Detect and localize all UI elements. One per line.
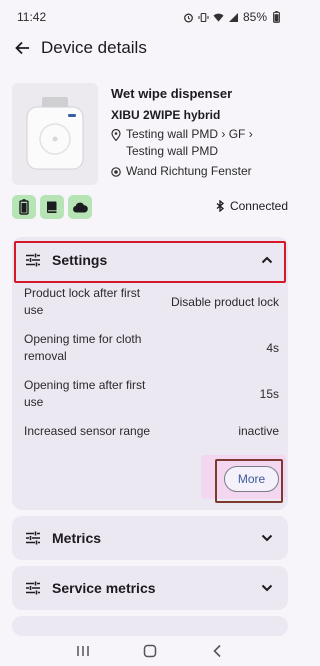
device-model: XIBU 2WIPE hybrid	[111, 108, 221, 122]
chevron-up-icon[interactable]	[260, 253, 274, 267]
next-section-card[interactable]	[12, 616, 288, 636]
device-image	[12, 83, 98, 185]
battery-status-tile	[12, 195, 36, 219]
status-bar: 11:42 85%	[0, 0, 300, 34]
cloud-status-tile	[68, 195, 92, 219]
battery-icon	[271, 11, 282, 23]
recent-apps-button[interactable]	[71, 639, 95, 663]
home-button[interactable]	[138, 639, 162, 663]
signal-icon	[228, 12, 239, 23]
back-chevron-icon	[213, 644, 221, 658]
book-icon	[47, 201, 57, 213]
target-icon	[111, 163, 121, 180]
cloud-icon	[73, 202, 88, 212]
setting-row[interactable]: Increased sensor range inactive	[24, 423, 279, 440]
system-nav-bar	[0, 636, 300, 666]
paper-status-tile	[40, 195, 64, 219]
recents-icon	[77, 646, 90, 656]
setting-row[interactable]: Opening time for cloth removal 4s	[24, 331, 279, 365]
setting-value: inactive	[238, 424, 279, 438]
setting-row[interactable]: Opening time after first use 15s	[24, 377, 279, 411]
chevron-down-icon[interactable]	[260, 581, 274, 595]
setting-row[interactable]: Product lock after first use Disable pro…	[24, 285, 279, 319]
arrow-back-icon	[15, 41, 29, 55]
more-button[interactable]: More	[224, 466, 279, 492]
device-name: Wet wipe dispenser	[111, 86, 233, 101]
location-path-line1: Testing wall PMD › GF ›	[126, 127, 253, 141]
battery-percent: 85%	[242, 10, 267, 24]
home-icon	[143, 644, 157, 658]
setting-value: Disable product lock	[170, 294, 279, 309]
app-bar: Device details	[0, 34, 300, 62]
metrics-card: Metrics	[12, 516, 288, 560]
tune-icon	[24, 529, 42, 547]
connection-label: Connected	[229, 199, 288, 213]
service-metrics-header[interactable]: Service metrics	[12, 566, 288, 610]
page-title: Device details	[41, 38, 147, 57]
device-position: Wand Richtung Fenster	[111, 163, 252, 180]
settings-card: Settings Product lock after first use Di…	[12, 237, 288, 510]
device-location: Testing wall PMD › GF › Testing wall PMD	[111, 126, 253, 160]
metrics-header[interactable]: Metrics	[12, 516, 288, 560]
tune-icon	[24, 251, 42, 269]
service-metrics-title: Service metrics	[52, 580, 156, 596]
system-back-button[interactable]	[205, 639, 229, 663]
status-time: 11:42	[17, 10, 47, 24]
location-path-line2: Testing wall PMD	[126, 144, 219, 158]
setting-value: 4s	[266, 340, 279, 355]
setting-label: Product lock after first use	[24, 286, 141, 317]
setting-value: 15s	[259, 386, 279, 401]
position-label: Wand Richtung Fenster	[126, 164, 252, 178]
vibrate-icon	[198, 12, 209, 23]
location-pin-icon	[111, 126, 121, 143]
setting-label: Increased sensor range	[24, 424, 151, 438]
tune-icon	[24, 579, 42, 597]
status-icons: 85%	[183, 10, 282, 24]
setting-label: Opening time for cloth removal	[24, 332, 142, 363]
back-button[interactable]	[11, 37, 33, 59]
alarm-icon	[183, 12, 194, 23]
bluetooth-icon	[216, 200, 224, 212]
metrics-title: Metrics	[52, 530, 102, 546]
wifi-icon	[213, 12, 224, 23]
settings-header[interactable]: Settings	[12, 237, 288, 283]
settings-title: Settings	[52, 252, 108, 268]
connection-status: Connected	[216, 199, 288, 213]
battery-icon	[19, 199, 29, 215]
setting-label: Opening time after first use	[24, 378, 146, 409]
device-status-icons	[12, 195, 92, 219]
service-metrics-card: Service metrics	[12, 566, 288, 610]
chevron-down-icon[interactable]	[260, 531, 274, 545]
